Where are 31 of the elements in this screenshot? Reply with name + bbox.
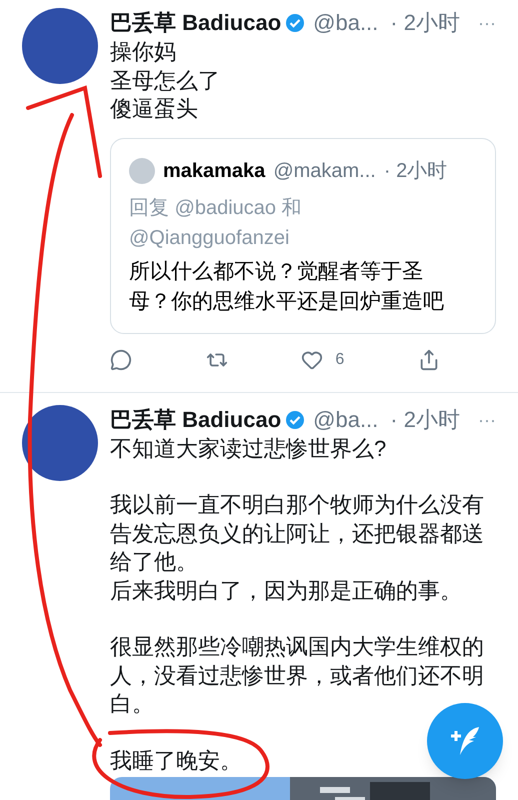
mention-link[interactable]: @badiucao: [174, 196, 276, 218]
tweet-text: 我以前一直不明白那个牧师为什么没有告发忘恩负义的让阿让，还把银器都送给了他。: [110, 491, 485, 576]
author-name: makamaka: [163, 158, 266, 184]
author-handle: @makam...: [273, 158, 376, 184]
avatar: [129, 158, 155, 184]
author-handle: @ba...: [313, 9, 378, 37]
mention-link[interactable]: @Qiangguofanzei: [129, 226, 290, 248]
tweet-text: 傻逼蛋头: [110, 95, 199, 123]
tweet-text: 不知道大家读过悲惨世界么?: [110, 434, 388, 462]
tweet-text: 后来我明白了，因为那是正确的事。: [110, 576, 463, 604]
tweet-text: 操你妈: [110, 38, 177, 66]
quoted-tweet-card[interactable]: makamaka @makam... · 2小时 回复 @badiucao 和 @Qiangguofanzei 所以什么都不说？觉醒者等于圣母？你的思维水平还是回炉重造吧: [110, 138, 496, 334]
like-icon[interactable]: [301, 348, 324, 370]
tweet-text: 圣母怎么了: [110, 66, 221, 94]
verified-icon: [285, 13, 306, 33]
tweet-text: 我睡了晚安。: [110, 746, 243, 774]
more-button[interactable]: ···: [478, 8, 496, 38]
more-button[interactable]: ···: [478, 404, 496, 434]
conjunction-text: 和: [282, 196, 302, 218]
verified-icon: [285, 410, 306, 430]
reply-label: 回复: [129, 196, 169, 218]
like-count: 6: [335, 350, 344, 370]
author-name[interactable]: 巴丢草 Badiucao: [110, 8, 282, 38]
tweet-time: · 2小时: [384, 158, 448, 184]
author-name[interactable]: 巴丢草 Badiucao: [110, 404, 282, 434]
tweet-text: 很显然那些冷嘲热讽国内大学生维权的人，没看过悲惨世界，或者他们还不明白。: [110, 633, 485, 718]
author-handle: @ba...: [313, 406, 378, 434]
reply-icon[interactable]: [110, 348, 132, 370]
tweet-time: · 2小时: [390, 9, 460, 37]
tweet-time: · 2小时: [390, 406, 460, 434]
quoted-tweet-text: 所以什么都不说？觉醒者等于圣母？你的思维水平还是回炉重造吧: [129, 258, 445, 314]
